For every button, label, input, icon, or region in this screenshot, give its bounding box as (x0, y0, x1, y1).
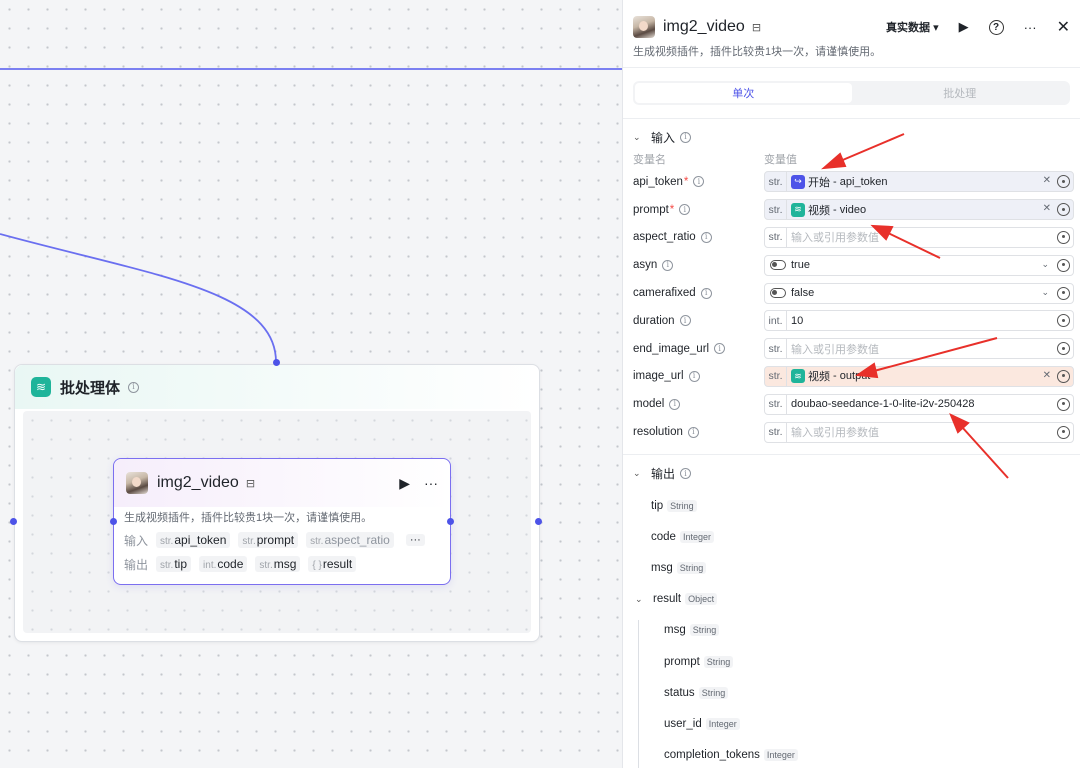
annotation-arrow-1 (837, 133, 905, 163)
annotation-arrow-2 (885, 231, 941, 259)
annotation-arrow-4 (961, 426, 1009, 479)
annotation-arrow-1-head (821, 152, 847, 170)
annotation-arrow-3-head (855, 362, 879, 379)
annotation-arrows (821, 133, 1009, 479)
annotation-arrow-2-head (870, 224, 894, 241)
annotation-arrow-3 (873, 337, 998, 372)
